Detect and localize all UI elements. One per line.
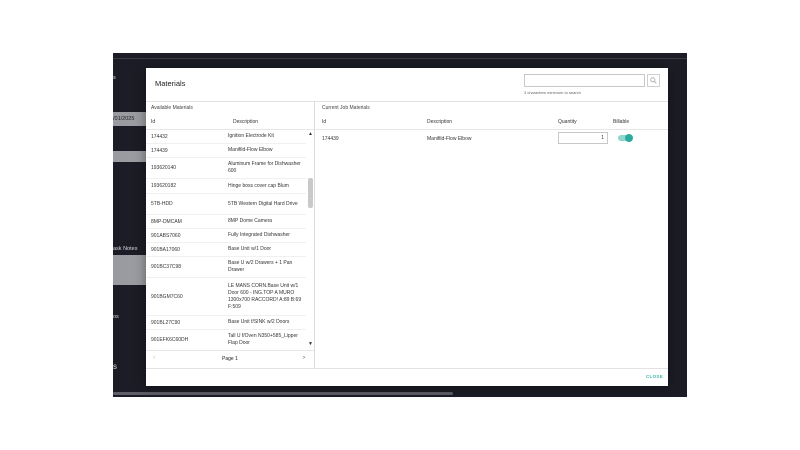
materials-modal: Materials 3 characters minimum to search… <box>146 68 668 386</box>
background-strip-large <box>113 255 146 285</box>
scroll-up-icon[interactable]: ▲ <box>307 130 314 138</box>
row-description: Manifild-Flow Elbow <box>427 136 472 142</box>
billable-toggle[interactable] <box>618 134 633 142</box>
row-description: 8MP Dome Camera <box>228 218 273 224</box>
background-notes-text: ask Notes <box>113 246 138 252</box>
search-icon <box>650 77 657 84</box>
row-id: 901EFK6C60DH <box>151 337 189 343</box>
column-header-billable: Billable <box>613 119 630 125</box>
table-row[interactable]: 8MP-DMCAM 8MP Dome Camera <box>146 215 306 229</box>
row-description: Base U w/2 Drawers + 1 Pan Drawer <box>228 260 293 273</box>
row-id: 193620140 <box>151 165 177 171</box>
table-row[interactable]: 901BL27C90 Base Unit f/SINK w/2 Doors <box>146 316 306 330</box>
list-scrollbar[interactable]: ▲ ▼ <box>307 130 314 348</box>
search-input[interactable] <box>524 74 645 87</box>
search-button[interactable] <box>647 74 660 87</box>
column-header-id: Id <box>322 119 327 125</box>
close-button[interactable]: CLOSE <box>646 374 663 379</box>
table-row[interactable]: 901ABS7060 Fully Integrated Dishwasher <box>146 229 306 243</box>
row-description: Aluminum Frame for Dishwasher 600 <box>228 161 301 174</box>
background-date-text: /01/2025 <box>113 116 135 122</box>
row-id: 174439 <box>151 147 168 154</box>
row-id: 901ABS7060 <box>151 232 181 239</box>
table-row[interactable]: 174439 Manifild-Flow Elbow <box>146 144 306 158</box>
background-misc-text: os <box>113 314 119 320</box>
table-row: 174439 Manifild-Flow Elbow <box>316 130 668 147</box>
row-id: 8MP-DMCAM <box>151 218 182 225</box>
row-id: 174439 <box>322 136 339 142</box>
table-row[interactable]: 901BGM7C60 LE MANS CORN.Base Unit w/1 Do… <box>146 278 306 316</box>
current-job-materials-panel: Current Job Materials Id Description Qua… <box>316 102 668 368</box>
row-id: 901BC37C98 <box>151 264 182 270</box>
column-header-description: Description <box>233 119 259 125</box>
background-text: s <box>113 75 116 81</box>
modal-title: Materials <box>155 79 186 88</box>
table-row[interactable]: 901BA17060 Base Unit w/1 Door <box>146 243 306 257</box>
row-description: Base Unit w/1 Door <box>228 246 272 252</box>
column-header-description: Description <box>427 119 453 125</box>
table-row[interactable]: 5TB-HDD 5TB Western Digital Hard Drive <box>146 194 306 215</box>
scrollbar-thumb[interactable] <box>308 178 313 208</box>
row-description: Hinge boss cover cap Blum <box>228 182 289 189</box>
search-box <box>524 74 660 88</box>
row-id: 193620182 <box>151 183 177 189</box>
background-scrollbar[interactable] <box>113 392 453 395</box>
next-page-icon[interactable]: › <box>303 355 305 361</box>
row-id: 901BGM7C60 <box>151 293 183 300</box>
row-description: Ignition Electrode Kit <box>228 133 274 139</box>
table-row[interactable]: 901BC37C98 Base U w/2 Drawers + 1 Pan Dr… <box>146 257 306 278</box>
prev-page-icon[interactable]: ‹ <box>153 355 155 361</box>
available-materials-panel: Available Materials Id Description 17443… <box>146 102 315 368</box>
table-row[interactable]: 174432 Ignition Electrode Kit <box>146 130 306 144</box>
row-id: 5TB-HDD <box>151 201 173 207</box>
current-materials-title: Current Job Materials <box>322 105 370 111</box>
background-strip <box>113 151 146 162</box>
row-description: LE MANS CORN.Base Unit w/1 Door 600 - IN… <box>228 282 302 310</box>
column-header-id: Id <box>151 119 156 125</box>
footer-divider <box>146 368 668 369</box>
background-topbar <box>113 53 687 59</box>
background-letter: s <box>113 362 117 371</box>
quantity-input[interactable] <box>558 132 608 144</box>
row-description: Fully Integrated Dishwasher <box>228 232 290 238</box>
column-header-quantity: Quantity <box>558 119 577 125</box>
row-description: Tall U f/Oven N350+585_Lipper Flap Door <box>228 333 298 346</box>
search-hint: 3 characters minimum to search <box>524 90 581 95</box>
scroll-down-icon[interactable]: ▼ <box>307 340 314 348</box>
table-row[interactable]: 901EFK6C60DH Tall U f/Oven N350+585_Lipp… <box>146 330 306 348</box>
row-description: Manifild-Flow Elbow <box>228 147 273 153</box>
row-id: 174432 <box>151 133 168 140</box>
row-description: Base Unit f/SINK w/2 Doors <box>228 319 290 325</box>
table-row[interactable]: 193620182 Hinge boss cover cap Blum <box>146 179 306 194</box>
row-id: 901BL27C90 <box>151 319 181 326</box>
row-id: 901BA17060 <box>151 246 180 253</box>
available-materials-title: Available Materials <box>151 105 193 111</box>
pagination: ‹ Page 1 › <box>146 350 314 366</box>
table-row[interactable]: 193620140 Aluminum Frame for Dishwasher … <box>146 158 306 179</box>
available-materials-list: 174432 Ignition Electrode Kit 174439 Man… <box>146 130 306 348</box>
row-description: 5TB Western Digital Hard Drive <box>228 200 298 207</box>
page-label: Page 1 <box>222 356 238 362</box>
toggle-knob <box>625 134 633 142</box>
